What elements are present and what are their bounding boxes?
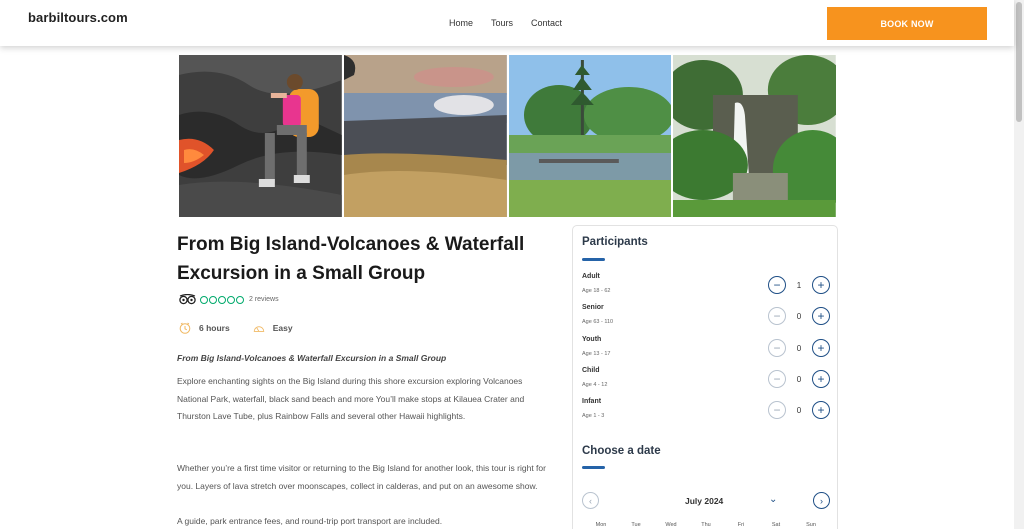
participant-age: Age 63 - 110 [582, 319, 614, 325]
participants-heading: Participants [582, 236, 648, 248]
participant-label: Youth [582, 336, 602, 343]
scrollbar-thumb[interactable] [1016, 2, 1022, 122]
youth-stepper: − 0 + [768, 339, 830, 357]
photo-gallery [179, 55, 836, 217]
participant-age: Age 18 - 62 [582, 288, 611, 294]
weekday-label: Fri [737, 522, 745, 528]
participant-age: Age 4 - 12 [582, 382, 608, 388]
weekday-label: Mon [595, 522, 607, 528]
weekday-label: Wed [665, 522, 677, 528]
participant-row-senior: Senior Age 63 - 110 − 0 + [582, 304, 830, 332]
participant-count: 0 [796, 374, 802, 384]
increment-button[interactable]: + [812, 370, 830, 388]
review-count[interactable]: 2 reviews [249, 296, 279, 303]
calendar-month-label: July 2024 [685, 496, 724, 506]
gauge-icon [253, 326, 264, 332]
site-header: barbiltours.com Home Tours Contact BOOK … [0, 0, 1014, 46]
increment-button[interactable]: + [812, 276, 830, 294]
participant-row-infant: Infant Age 1 - 3 − 0 + [582, 398, 830, 426]
rating-bubble [200, 295, 208, 304]
participant-label: Child [582, 367, 600, 374]
decrement-button[interactable]: − [768, 370, 786, 388]
participant-label: Infant [582, 398, 602, 405]
increment-button[interactable]: + [812, 339, 830, 357]
park-pond-photo[interactable] [508, 55, 672, 217]
senior-stepper: − 0 + [768, 307, 830, 325]
clock-icon [179, 322, 191, 334]
calendar-header: ‹ July 2024 ⌄ › [582, 492, 830, 510]
booking-panel: Participants Adult Age 18 - 62 − 1 + Sen… [572, 225, 838, 529]
description-paragraph-3: A guide, park entrance fees, and round-t… [177, 516, 443, 526]
description-paragraph-1: Explore enchanting sights on the Big Isl… [177, 376, 525, 422]
increment-button[interactable]: + [812, 307, 830, 325]
next-month-button[interactable]: › [813, 492, 830, 509]
weekday-label: Sat [771, 522, 781, 528]
rating-bubble [236, 295, 244, 304]
participant-row-adult: Adult Age 18 - 62 − 1 + [582, 273, 830, 301]
participant-row-child: Child Age 4 - 12 − 0 + [582, 367, 830, 395]
participant-count: 0 [796, 343, 802, 353]
rating-bubble [209, 295, 217, 304]
rating-bubble [218, 295, 226, 304]
participant-label: Adult [582, 273, 600, 280]
rating-bubble [227, 295, 235, 304]
heading-underline [582, 466, 605, 469]
adult-stepper: − 1 + [768, 276, 830, 294]
decrement-button[interactable]: − [768, 401, 786, 419]
heading-underline [582, 258, 605, 261]
lava-hiker-photo[interactable] [179, 55, 342, 217]
participant-age: Age 1 - 3 [582, 413, 605, 419]
duration-fact: 6 hours [179, 322, 230, 334]
nav-home-link[interactable]: Home [449, 18, 473, 28]
description-title: From Big Island-Volcanoes & Waterfall Ex… [177, 353, 447, 363]
choose-date-heading: Choose a date [582, 445, 661, 457]
weekday-label: Sun [806, 522, 816, 528]
participant-age: Age 13 - 17 [582, 351, 611, 357]
participant-count: 0 [796, 405, 802, 415]
duration-text: 6 hours [199, 323, 230, 333]
increment-button[interactable]: + [812, 401, 830, 419]
participant-count: 1 [796, 280, 802, 290]
tripadvisor-owl-icon [179, 294, 196, 305]
weekday-label: Thu [701, 522, 711, 528]
previous-month-button[interactable]: ‹ [582, 492, 599, 509]
site-logo[interactable]: barbiltours.com [28, 10, 128, 25]
main-nav: Home Tours Contact [449, 18, 580, 28]
difficulty-text: Easy [272, 323, 293, 333]
tour-title: From Big Island-Volcanoes & Waterfall Ex… [177, 234, 525, 284]
book-now-button[interactable]: BOOK NOW [827, 7, 987, 40]
tripadvisor-rating[interactable]: 2 reviews [179, 294, 279, 305]
chevron-down-icon[interactable]: ⌄ [769, 494, 777, 505]
difficulty-fact: Easy [253, 322, 293, 334]
page-scrollbar[interactable] [1014, 0, 1024, 529]
description-paragraph-2: Whether you’re a first time visitor or r… [177, 463, 546, 491]
rainbow-falls-photo[interactable] [673, 55, 836, 217]
decrement-button[interactable]: − [768, 307, 786, 325]
rating-bubbles [200, 295, 244, 304]
tour-facts: 6 hours Easy [179, 322, 316, 334]
child-stepper: − 0 + [768, 370, 830, 388]
nav-contact-link[interactable]: Contact [531, 18, 562, 28]
calendar-weekdays: Mon Tue Wed Thu Fri Sat Sun [582, 522, 830, 528]
decrement-button[interactable]: − [768, 276, 786, 294]
decrement-button[interactable]: − [768, 339, 786, 357]
participant-label: Senior [582, 304, 604, 311]
volcano-crater-photo[interactable] [343, 55, 507, 217]
weekday-label: Tue [631, 522, 641, 528]
participant-row-youth: Youth Age 13 - 17 − 0 + [582, 336, 830, 364]
nav-tours-link[interactable]: Tours [491, 18, 513, 28]
infant-stepper: − 0 + [768, 401, 830, 419]
participant-count: 0 [796, 311, 802, 321]
